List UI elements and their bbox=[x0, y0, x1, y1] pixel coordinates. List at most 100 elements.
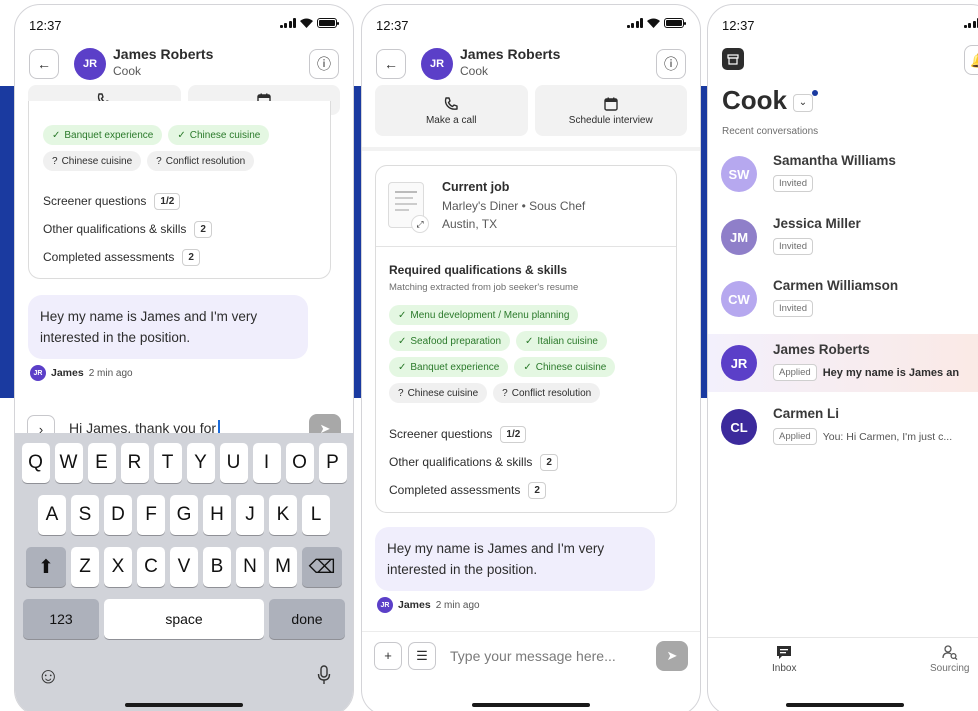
space-key[interactable]: space bbox=[104, 599, 264, 639]
key-t[interactable]: T bbox=[153, 443, 182, 483]
key-q[interactable]: Q bbox=[21, 443, 50, 483]
backspace-icon: ⌫ bbox=[308, 556, 336, 578]
key-p[interactable]: P bbox=[318, 443, 347, 483]
key-c[interactable]: C bbox=[137, 547, 165, 587]
schedule-button[interactable]: Schedule interview bbox=[534, 85, 687, 136]
key-m[interactable]: M bbox=[269, 547, 297, 587]
key-b[interactable]: B bbox=[203, 547, 231, 587]
avatar: JR bbox=[721, 345, 757, 381]
key-e[interactable]: E bbox=[87, 443, 116, 483]
check-icon: ✓ bbox=[398, 361, 407, 373]
back-button[interactable]: ← bbox=[376, 49, 406, 79]
key-r[interactable]: R bbox=[120, 443, 149, 483]
assessments-row[interactable]: Completed assessments 2 bbox=[43, 243, 212, 271]
info-button[interactable]: ⓘ bbox=[656, 49, 686, 79]
message-input[interactable]: Type your message here... bbox=[442, 648, 650, 664]
info-icon: ⓘ bbox=[664, 56, 678, 72]
conversation-row[interactable]: JR James Roberts Applied Hey my name is Jam… bbox=[708, 334, 978, 392]
contact-name: James Roberts bbox=[460, 46, 561, 62]
other-qualifications-row[interactable]: Other qualifications & skills 2 bbox=[389, 448, 558, 476]
chip-matched: ✓ Chinese cuisine bbox=[168, 125, 270, 145]
nav-sourcing[interactable]: Sourcing bbox=[930, 645, 969, 674]
status-badge: Invited bbox=[773, 238, 813, 255]
info-icon: ⓘ bbox=[317, 56, 331, 72]
chip-matched: ✓ Banquet experience bbox=[43, 125, 163, 145]
status-badge: Invited bbox=[773, 300, 813, 317]
key-f[interactable]: F bbox=[137, 495, 165, 535]
key-k[interactable]: K bbox=[269, 495, 297, 535]
other-qualifications-row[interactable]: Other qualifications & skills 2 bbox=[43, 215, 212, 243]
home-indicator bbox=[125, 703, 243, 707]
expand-icon: ⤢ bbox=[411, 215, 429, 233]
shift-icon: ⬆ bbox=[38, 556, 54, 578]
key-z[interactable]: Z bbox=[71, 547, 99, 587]
screener-row[interactable]: Screener questions 1/2 bbox=[389, 420, 558, 448]
delete-key[interactable]: ⌫ bbox=[302, 547, 342, 587]
action-bar: Make a call Schedule interview bbox=[362, 85, 700, 136]
done-key[interactable]: done bbox=[269, 599, 345, 639]
key-h[interactable]: H bbox=[203, 495, 231, 535]
assessments-row[interactable]: Completed assessments 2 bbox=[389, 476, 558, 504]
conversation-row[interactable]: JM Jessica Miller Invited bbox=[708, 208, 978, 266]
status-badge: Applied bbox=[773, 428, 817, 445]
notifications-button[interactable]: 🔔 bbox=[964, 45, 978, 75]
microphone-icon[interactable] bbox=[317, 665, 331, 685]
phone-chat-details: 12:37 ← JR James Roberts Cook ⓘ Make a c… bbox=[361, 4, 701, 711]
job-selector[interactable]: Cook ⌄ bbox=[722, 85, 818, 116]
key-g[interactable]: G bbox=[170, 495, 198, 535]
avatar: SW bbox=[721, 156, 757, 192]
key-o[interactable]: O bbox=[285, 443, 314, 483]
conversation-row[interactable]: CW Carmen Williamson Invited bbox=[708, 270, 978, 328]
conversation-name: Jessica Miller bbox=[773, 216, 861, 231]
key-i[interactable]: I bbox=[252, 443, 281, 483]
screener-row[interactable]: Screener questions 1/2 bbox=[43, 187, 212, 215]
key-w[interactable]: W bbox=[54, 443, 83, 483]
required-subtitle: Matching extracted from job seeker's res… bbox=[389, 282, 579, 293]
info-button[interactable]: ⓘ bbox=[309, 49, 339, 79]
resume-thumbnail[interactable]: ⤢ bbox=[388, 182, 429, 233]
key-j[interactable]: J bbox=[236, 495, 264, 535]
attach-button[interactable]: + bbox=[374, 641, 402, 670]
calendar-icon bbox=[604, 97, 618, 111]
call-label: Make a call bbox=[425, 114, 477, 126]
key-n[interactable]: N bbox=[236, 547, 264, 587]
chip-matched: ✓ Banquet experience bbox=[389, 357, 509, 377]
message-author: JR James 2 min ago bbox=[30, 365, 133, 381]
numbers-key[interactable]: 123 bbox=[23, 599, 99, 639]
avatar: CL bbox=[721, 409, 757, 445]
conversation-preview: Hey my name is James an bbox=[822, 366, 960, 379]
phone-inbox: 12:37 🔔 Cook ⌄ Recent conversations SW Sa… bbox=[707, 4, 978, 711]
key-s[interactable]: S bbox=[71, 495, 99, 535]
home-indicator bbox=[786, 703, 904, 707]
bell-icon: 🔔 bbox=[970, 52, 978, 69]
phone-icon bbox=[445, 96, 458, 110]
back-button[interactable]: ← bbox=[29, 49, 59, 79]
conversation-row[interactable]: SW Samantha Williams Invited bbox=[708, 145, 978, 203]
avatar: JR bbox=[421, 48, 453, 80]
key-d[interactable]: D bbox=[104, 495, 132, 535]
conversation-row[interactable]: CL Carmen Li Applied You: Hi Carmen, I'm ju… bbox=[708, 398, 978, 456]
conversation-preview: You: Hi Carmen, I'm just c... bbox=[822, 430, 953, 443]
key-x[interactable]: X bbox=[104, 547, 132, 587]
send-button[interactable]: ➤ bbox=[656, 640, 688, 671]
emoji-icon[interactable]: ☺ bbox=[37, 663, 59, 689]
arrow-left-icon: ← bbox=[384, 56, 398, 72]
store-icon[interactable] bbox=[722, 48, 744, 70]
contact-role: Cook bbox=[460, 64, 489, 78]
conversation-name: Carmen Williamson bbox=[773, 278, 899, 293]
key-u[interactable]: U bbox=[219, 443, 248, 483]
message-bubble: Hey my name is James and I'm very intere… bbox=[28, 295, 308, 359]
nav-inbox[interactable]: Inbox bbox=[772, 645, 796, 674]
avatar: JR bbox=[377, 597, 393, 613]
current-job-detail: Marley's Diner • Sous Chef bbox=[442, 199, 586, 213]
call-button[interactable]: Make a call bbox=[375, 85, 528, 136]
inbox-icon bbox=[777, 646, 792, 659]
key-a[interactable]: A bbox=[38, 495, 66, 535]
shift-key[interactable]: ⬆ bbox=[26, 547, 66, 587]
qualifications-card: ✓ Banquet experience ✓ Chinese cuisine ? Ch… bbox=[28, 101, 331, 279]
key-y[interactable]: Y bbox=[186, 443, 215, 483]
templates-button[interactable]: ☰ bbox=[408, 641, 436, 670]
key-v[interactable]: V bbox=[170, 547, 198, 587]
key-l[interactable]: L bbox=[302, 495, 330, 535]
divider bbox=[362, 147, 700, 151]
